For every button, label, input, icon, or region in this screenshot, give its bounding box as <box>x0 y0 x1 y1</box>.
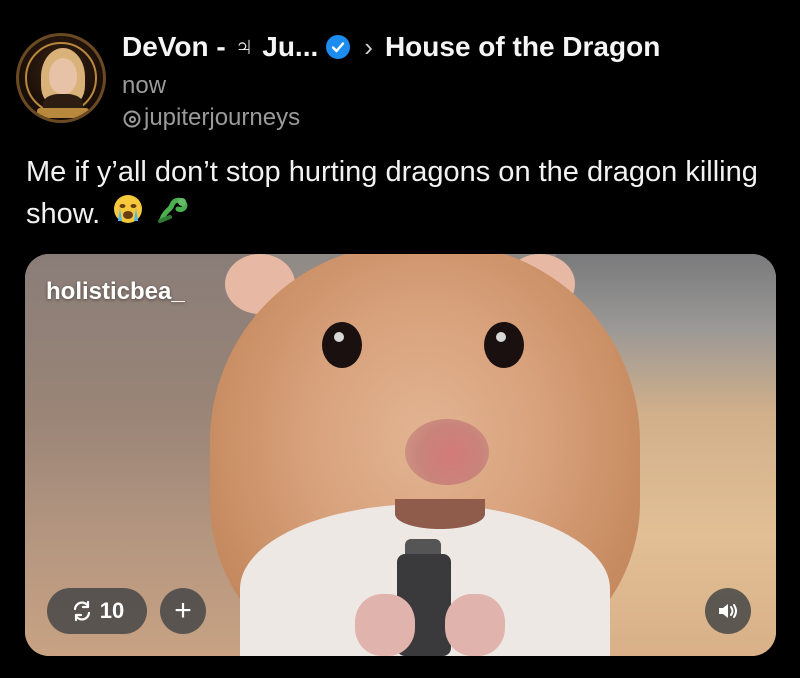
hamster-mouth <box>395 499 485 529</box>
loudly-crying-face-icon <box>112 193 144 237</box>
hamster-paw-left <box>355 594 415 656</box>
handle-text: jupiterjourneys <box>144 104 301 131</box>
author-name[interactable]: DeVon - ♃ Ju... <box>122 31 318 63</box>
add-button[interactable]: + <box>160 588 206 634</box>
sound-toggle-button[interactable] <box>705 588 751 634</box>
hamster-eye-right <box>484 322 524 368</box>
post-header: DeVon - ♃ Ju... › House of the Dragon <box>122 28 660 66</box>
hamster-nose <box>405 419 489 485</box>
media-overlay-username[interactable]: holisticbea_ <box>46 278 185 306</box>
avatar-banner <box>37 108 89 118</box>
chevron-right-icon: › <box>364 31 373 62</box>
dragon-icon <box>156 193 192 237</box>
verified-badge-icon <box>326 35 351 59</box>
repost-icon <box>73 600 90 622</box>
repost-count-button[interactable]: 10 <box>47 588 147 634</box>
video-media[interactable]: holisticbea_ 10 + <box>25 254 776 656</box>
threads-icon <box>122 108 142 128</box>
post-body: Me if y’all don’t stop hurting dragons o… <box>26 151 766 237</box>
speaker-icon <box>719 604 737 618</box>
post-timestamp: now <box>122 72 167 99</box>
avatar[interactable] <box>16 33 106 123</box>
hamster-eye-left <box>322 322 362 368</box>
avatar-face <box>49 58 77 94</box>
repost-count: 10 <box>99 598 125 623</box>
hamster-paw-right <box>445 594 505 656</box>
plus-icon: + <box>174 594 192 627</box>
community-name[interactable]: House of the Dragon <box>385 31 660 63</box>
post-handle[interactable]: jupiterjourneys <box>122 104 300 132</box>
